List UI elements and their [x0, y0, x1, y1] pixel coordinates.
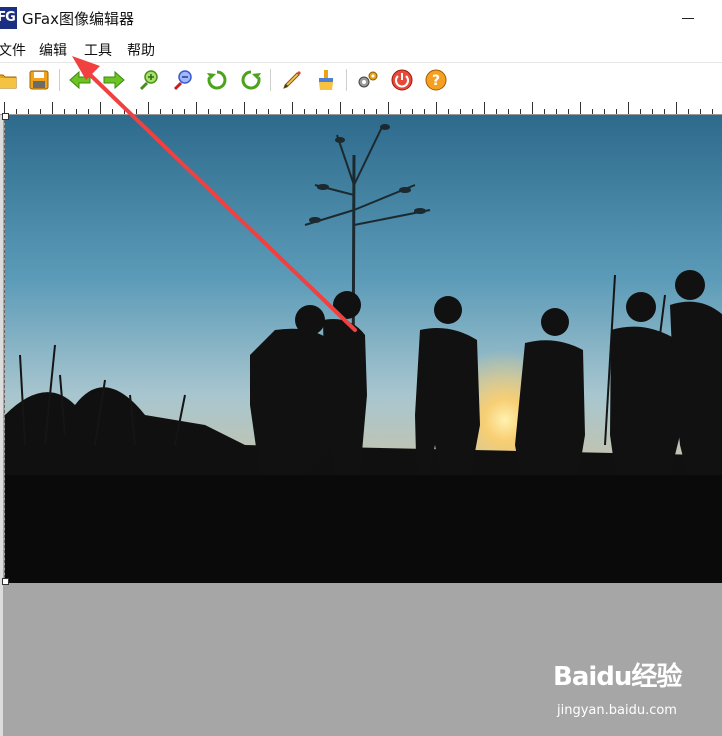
toolbar-separator	[270, 69, 272, 91]
resize-handle-bottom-left[interactable]	[2, 578, 9, 585]
ruler-tick	[184, 109, 185, 114]
zoom-out-icon[interactable]	[171, 68, 195, 92]
ruler-tick	[520, 109, 521, 114]
toolbar-separator	[59, 69, 61, 91]
ruler-tick	[604, 109, 605, 114]
ruler-tick	[496, 109, 497, 114]
toolbar: ?	[0, 62, 722, 97]
open-folder-icon[interactable]	[0, 68, 18, 92]
ruler-tick	[16, 109, 17, 114]
ruler-tick	[628, 102, 629, 114]
watermark-logo: Baidu经验	[553, 662, 682, 692]
ruler-tick	[412, 109, 413, 114]
zoom-in-icon[interactable]	[137, 68, 161, 92]
ruler-tick	[292, 102, 293, 114]
settings-icon[interactable]	[356, 68, 380, 92]
canvas-image[interactable]	[4, 115, 722, 583]
ruler-tick	[256, 109, 257, 114]
save-disk-icon[interactable]	[27, 68, 51, 92]
resize-handle-top-left[interactable]	[2, 113, 9, 120]
baidu-watermark: Baidu经验 jingyan.baidu.com	[553, 656, 713, 724]
ruler-tick	[136, 109, 137, 114]
forward-arrow-icon[interactable]	[102, 68, 126, 92]
ruler-tick	[52, 102, 53, 114]
ruler-tick	[196, 102, 197, 114]
ruler-tick	[388, 102, 389, 114]
canvas-left-edge	[0, 115, 3, 736]
title-bar: FG GFax图像编辑器	[0, 0, 722, 36]
ruler-tick	[640, 109, 641, 114]
ruler-tick	[304, 109, 305, 114]
ruler-tick	[532, 102, 533, 114]
ruler-tick	[424, 109, 425, 114]
app-logo-icon: FG	[0, 7, 17, 29]
rotate-right-icon[interactable]	[239, 68, 263, 92]
help-icon[interactable]: ?	[424, 68, 448, 92]
ruler-tick	[568, 109, 569, 114]
rotate-left-icon[interactable]	[205, 68, 229, 92]
ruler-tick	[148, 102, 149, 114]
ruler-tick	[448, 109, 449, 114]
ruler-tick	[268, 109, 269, 114]
menu-bar: 文件 编辑 工具 帮助	[0, 38, 722, 60]
ruler-tick	[376, 109, 377, 114]
ruler-tick	[688, 109, 689, 114]
sunset-photo	[5, 115, 722, 583]
ruler-tick	[436, 102, 437, 114]
pen-icon[interactable]	[280, 68, 304, 92]
ruler-tick	[220, 109, 221, 114]
ruler-tick	[616, 109, 617, 114]
toolbar-separator	[346, 69, 348, 91]
ruler-tick	[340, 102, 341, 114]
svg-text:?: ?	[432, 73, 440, 89]
ruler-tick	[364, 109, 365, 114]
ruler-tick	[472, 109, 473, 114]
ruler-tick	[544, 109, 545, 114]
menu-file[interactable]: 文件	[0, 40, 26, 60]
ruler-tick	[664, 109, 665, 114]
ruler-tick	[676, 102, 677, 114]
ruler-tick	[160, 109, 161, 114]
ruler-tick	[232, 109, 233, 114]
ruler-tick	[556, 109, 557, 114]
ruler-tick	[40, 109, 41, 114]
ruler-tick	[508, 109, 509, 114]
ruler-tick	[400, 109, 401, 114]
ruler-tick	[652, 109, 653, 114]
ruler-tick	[64, 109, 65, 114]
ruler-tick	[88, 109, 89, 114]
ruler-tick	[76, 109, 77, 114]
ruler-tick	[580, 102, 581, 114]
power-icon[interactable]	[390, 68, 414, 92]
menu-tools[interactable]: 工具	[84, 40, 112, 60]
ruler-tick	[712, 109, 713, 114]
ruler-tick	[172, 109, 173, 114]
ruler-tick	[100, 102, 101, 114]
ruler-tick	[208, 109, 209, 114]
window-title: GFax图像编辑器	[22, 10, 134, 28]
ruler-tick	[124, 109, 125, 114]
ruler-tick	[460, 109, 461, 114]
ruler-tick	[316, 109, 317, 114]
menu-help[interactable]: 帮助	[127, 40, 155, 60]
ruler-tick	[328, 109, 329, 114]
brush-icon[interactable]	[314, 68, 338, 92]
watermark-url: jingyan.baidu.com	[557, 703, 677, 718]
ruler-tick	[28, 109, 29, 114]
ruler-tick	[700, 109, 701, 114]
ruler-tick	[592, 109, 593, 114]
back-arrow-icon[interactable]	[68, 68, 92, 92]
ruler-tick	[280, 109, 281, 114]
ruler-tick	[112, 109, 113, 114]
horizontal-ruler	[0, 97, 722, 115]
ruler-tick	[244, 102, 245, 114]
menu-edit[interactable]: 编辑	[39, 40, 67, 60]
minimize-button[interactable]	[676, 6, 700, 30]
ruler-tick	[352, 109, 353, 114]
ruler-tick	[484, 102, 485, 114]
